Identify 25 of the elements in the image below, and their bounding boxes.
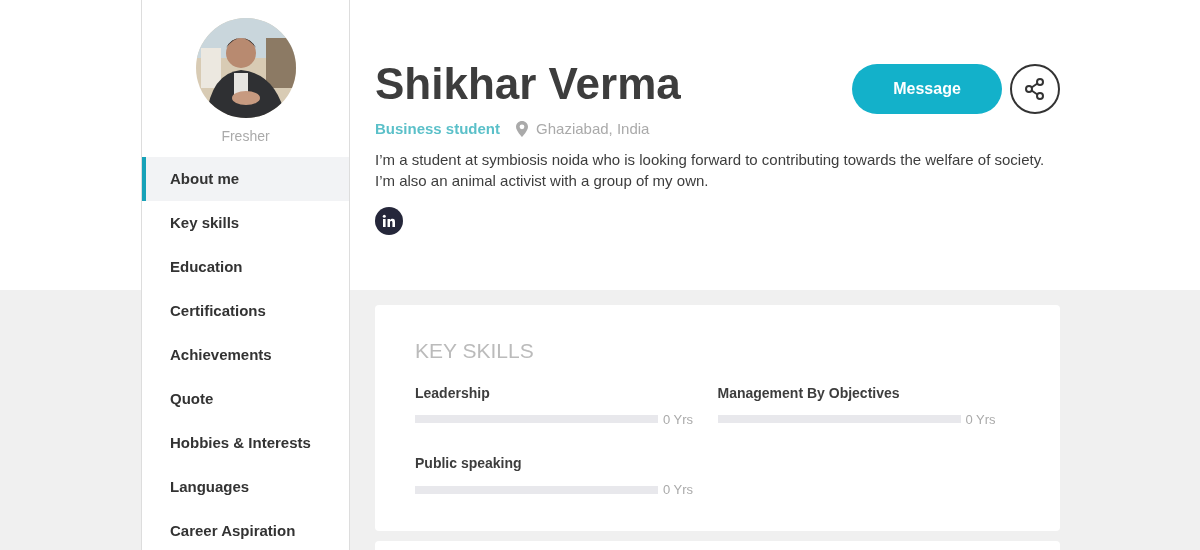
- sidebar-item[interactable]: Languages: [142, 465, 349, 509]
- sidebar-item[interactable]: Achievements: [142, 333, 349, 377]
- sidebar-item[interactable]: Certifications: [142, 289, 349, 333]
- skill-years: 0 Yrs: [965, 410, 996, 429]
- share-icon: [1023, 77, 1047, 101]
- profile-name: Shikhar Verma: [375, 60, 681, 109]
- skill-years: 0 Yrs: [663, 481, 694, 499]
- sidebar-item[interactable]: Education: [142, 245, 349, 289]
- sidebar-item[interactable]: Career Aspiration: [142, 509, 349, 550]
- skill-name: Management By Objectives: [717, 383, 901, 403]
- role-label: Business student: [375, 119, 501, 139]
- sidebar-item[interactable]: About me: [142, 157, 349, 201]
- sidebar-item[interactable]: Key skills: [142, 201, 349, 245]
- location-pin-icon: [516, 121, 529, 138]
- sidebar-item[interactable]: Quote: [142, 377, 349, 421]
- linkedin-icon[interactable]: [375, 206, 403, 235]
- skill-name: Leadership: [415, 383, 491, 403]
- skill-years: 0 Yrs: [663, 410, 694, 429]
- section-title: KEY SKILLS: [415, 338, 535, 364]
- location-label: Ghaziabad, India: [536, 119, 650, 139]
- share-button[interactable]: [1010, 64, 1060, 114]
- skill-name: Public speaking: [415, 454, 523, 473]
- status-label: Fresher: [221, 127, 270, 146]
- sidebar-item[interactable]: Hobbies & Interests: [142, 421, 349, 465]
- bio-text: I’m a student at symbiosis noida who is looking forward to contributing towards the welfare of society. I’m also an animal activist with a group of my own.: [375, 149, 1046, 191]
